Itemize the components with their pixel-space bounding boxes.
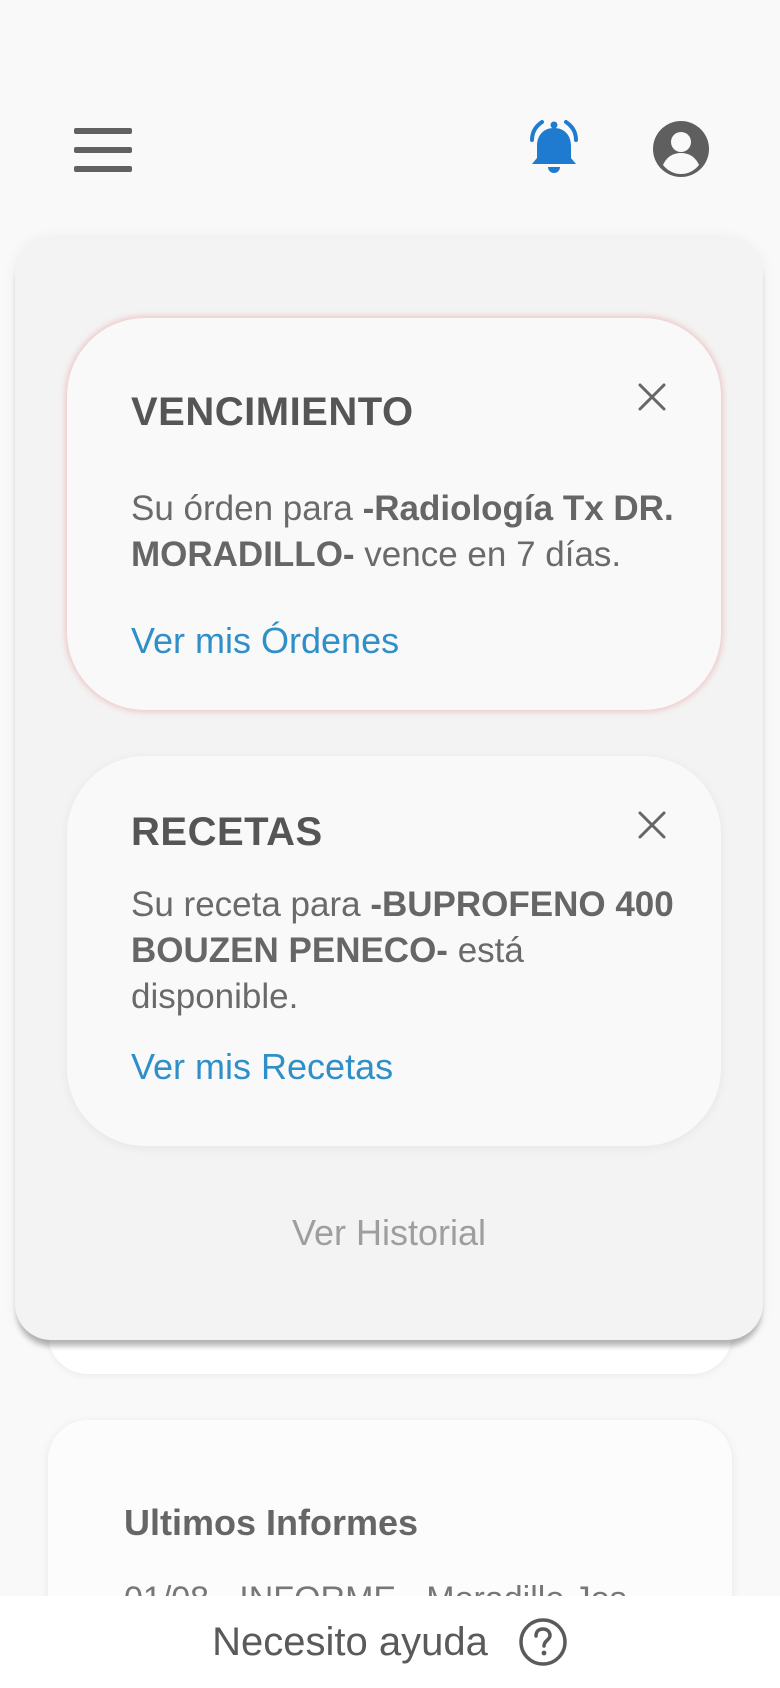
notifications-panel: VENCIMIENTO Su órden para -Radiología Tx… — [15, 238, 763, 1340]
help-label: Necesito ayuda — [212, 1619, 488, 1664]
top-bar — [0, 0, 780, 230]
profile-button[interactable] — [652, 120, 710, 178]
help-circle-icon — [519, 1618, 567, 1666]
view-prescriptions-link[interactable]: Ver mis Recetas — [131, 1046, 393, 1088]
prescription-notification-card: RECETAS Su receta para -BUPROFENO 400 BO… — [67, 756, 721, 1146]
notification-message: Su receta para -BUPROFENO 400 BOUZEN PEN… — [131, 885, 674, 1016]
notification-title: VENCIMIENTO — [131, 390, 414, 434]
close-notification-button[interactable] — [635, 380, 669, 414]
view-orders-link[interactable]: Ver mis Órdenes — [131, 620, 399, 662]
menu-button[interactable] — [74, 128, 132, 172]
hamburger-menu-icon — [74, 128, 132, 134]
notifications-button[interactable] — [522, 118, 586, 182]
app-screen: Ultimos Informes 01/08 - INFORME - Morad… — [0, 0, 780, 1688]
notification-title: RECETAS — [131, 810, 323, 854]
latest-reports-title: Ultimos Informes — [124, 1502, 419, 1543]
help-button[interactable]: Necesito ayuda — [0, 1596, 780, 1688]
bell-ringing-icon — [530, 120, 578, 173]
close-icon — [638, 811, 666, 839]
view-history-link[interactable]: Ver Historial — [15, 1212, 763, 1254]
expiration-notification-card: VENCIMIENTO Su órden para -Radiología Tx… — [67, 318, 721, 710]
account-circle-icon — [653, 121, 709, 177]
notification-message: Su órden para -Radiología Tx DR. MORADIL… — [131, 489, 674, 574]
close-icon — [638, 383, 666, 411]
close-notification-button[interactable] — [635, 808, 669, 842]
